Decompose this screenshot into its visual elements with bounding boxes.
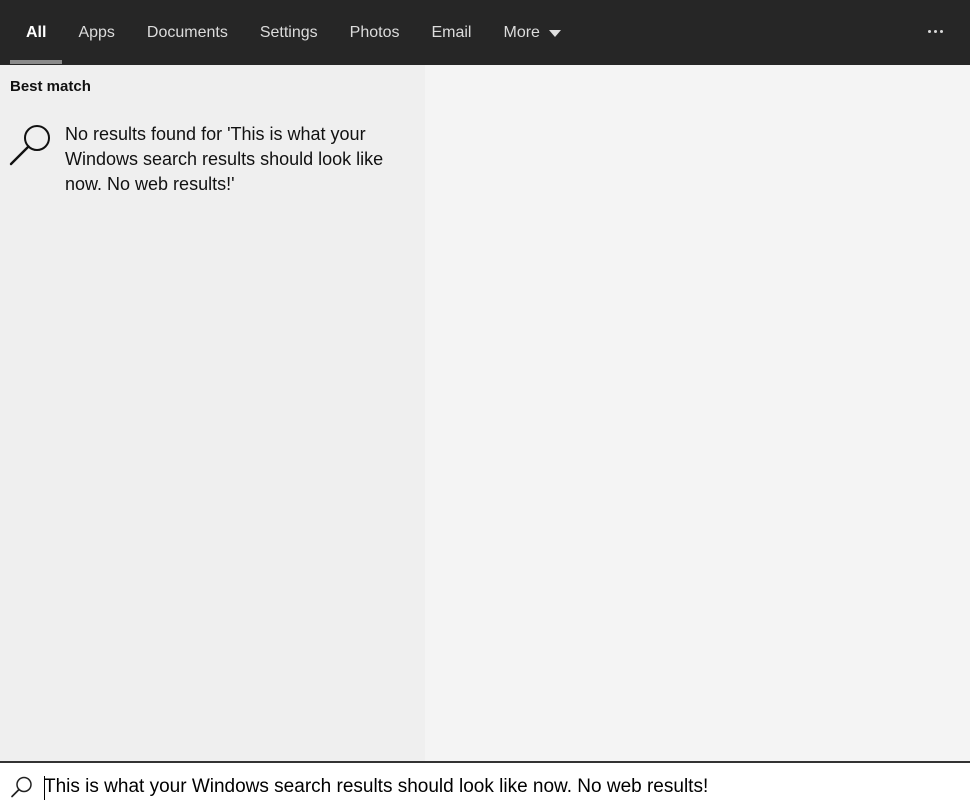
- tab-label: More: [503, 23, 540, 41]
- tab-label: Settings: [259, 23, 318, 41]
- tab-label: Email: [431, 23, 472, 41]
- search-filter-bar: All Apps Documents Settings Photos Email…: [0, 0, 970, 65]
- chevron-down-icon: [548, 29, 561, 37]
- tab-label: Photos: [349, 23, 400, 41]
- no-results-message: No results found for 'This is what your …: [65, 124, 384, 194]
- tab-apps[interactable]: Apps: [62, 0, 130, 65]
- ellipsis-icon: [933, 29, 937, 33]
- active-tab-indicator: [10, 60, 63, 64]
- tab-label: All: [26, 23, 47, 41]
- search-icon: [11, 776, 32, 798]
- search-icon: [9, 125, 50, 166]
- search-input[interactable]: [44, 768, 954, 806]
- best-match-result[interactable]: No results found for 'This is what your …: [0, 117, 425, 212]
- tab-email[interactable]: Email: [415, 0, 487, 65]
- filter-tabs: All Apps Documents Settings Photos Email…: [10, 0, 577, 65]
- tab-photos[interactable]: Photos: [334, 0, 416, 65]
- tab-label: Documents: [146, 23, 228, 41]
- more-options-button[interactable]: [922, 18, 948, 44]
- best-match-heading: Best match: [10, 78, 91, 95]
- windows-search-window: All Apps Documents Settings Photos Email…: [0, 0, 970, 810]
- tab-settings[interactable]: Settings: [244, 0, 334, 65]
- tab-label: Apps: [78, 23, 115, 41]
- tab-more-dropdown[interactable]: More: [487, 0, 576, 65]
- preview-pane: [425, 65, 970, 761]
- tab-all[interactable]: All: [10, 0, 63, 65]
- search-box: [0, 761, 970, 810]
- results-pane: Best match No results found for 'This is…: [0, 65, 425, 761]
- ellipsis-icon: [939, 29, 943, 33]
- tab-documents[interactable]: Documents: [131, 0, 244, 65]
- ellipsis-icon: [927, 29, 931, 33]
